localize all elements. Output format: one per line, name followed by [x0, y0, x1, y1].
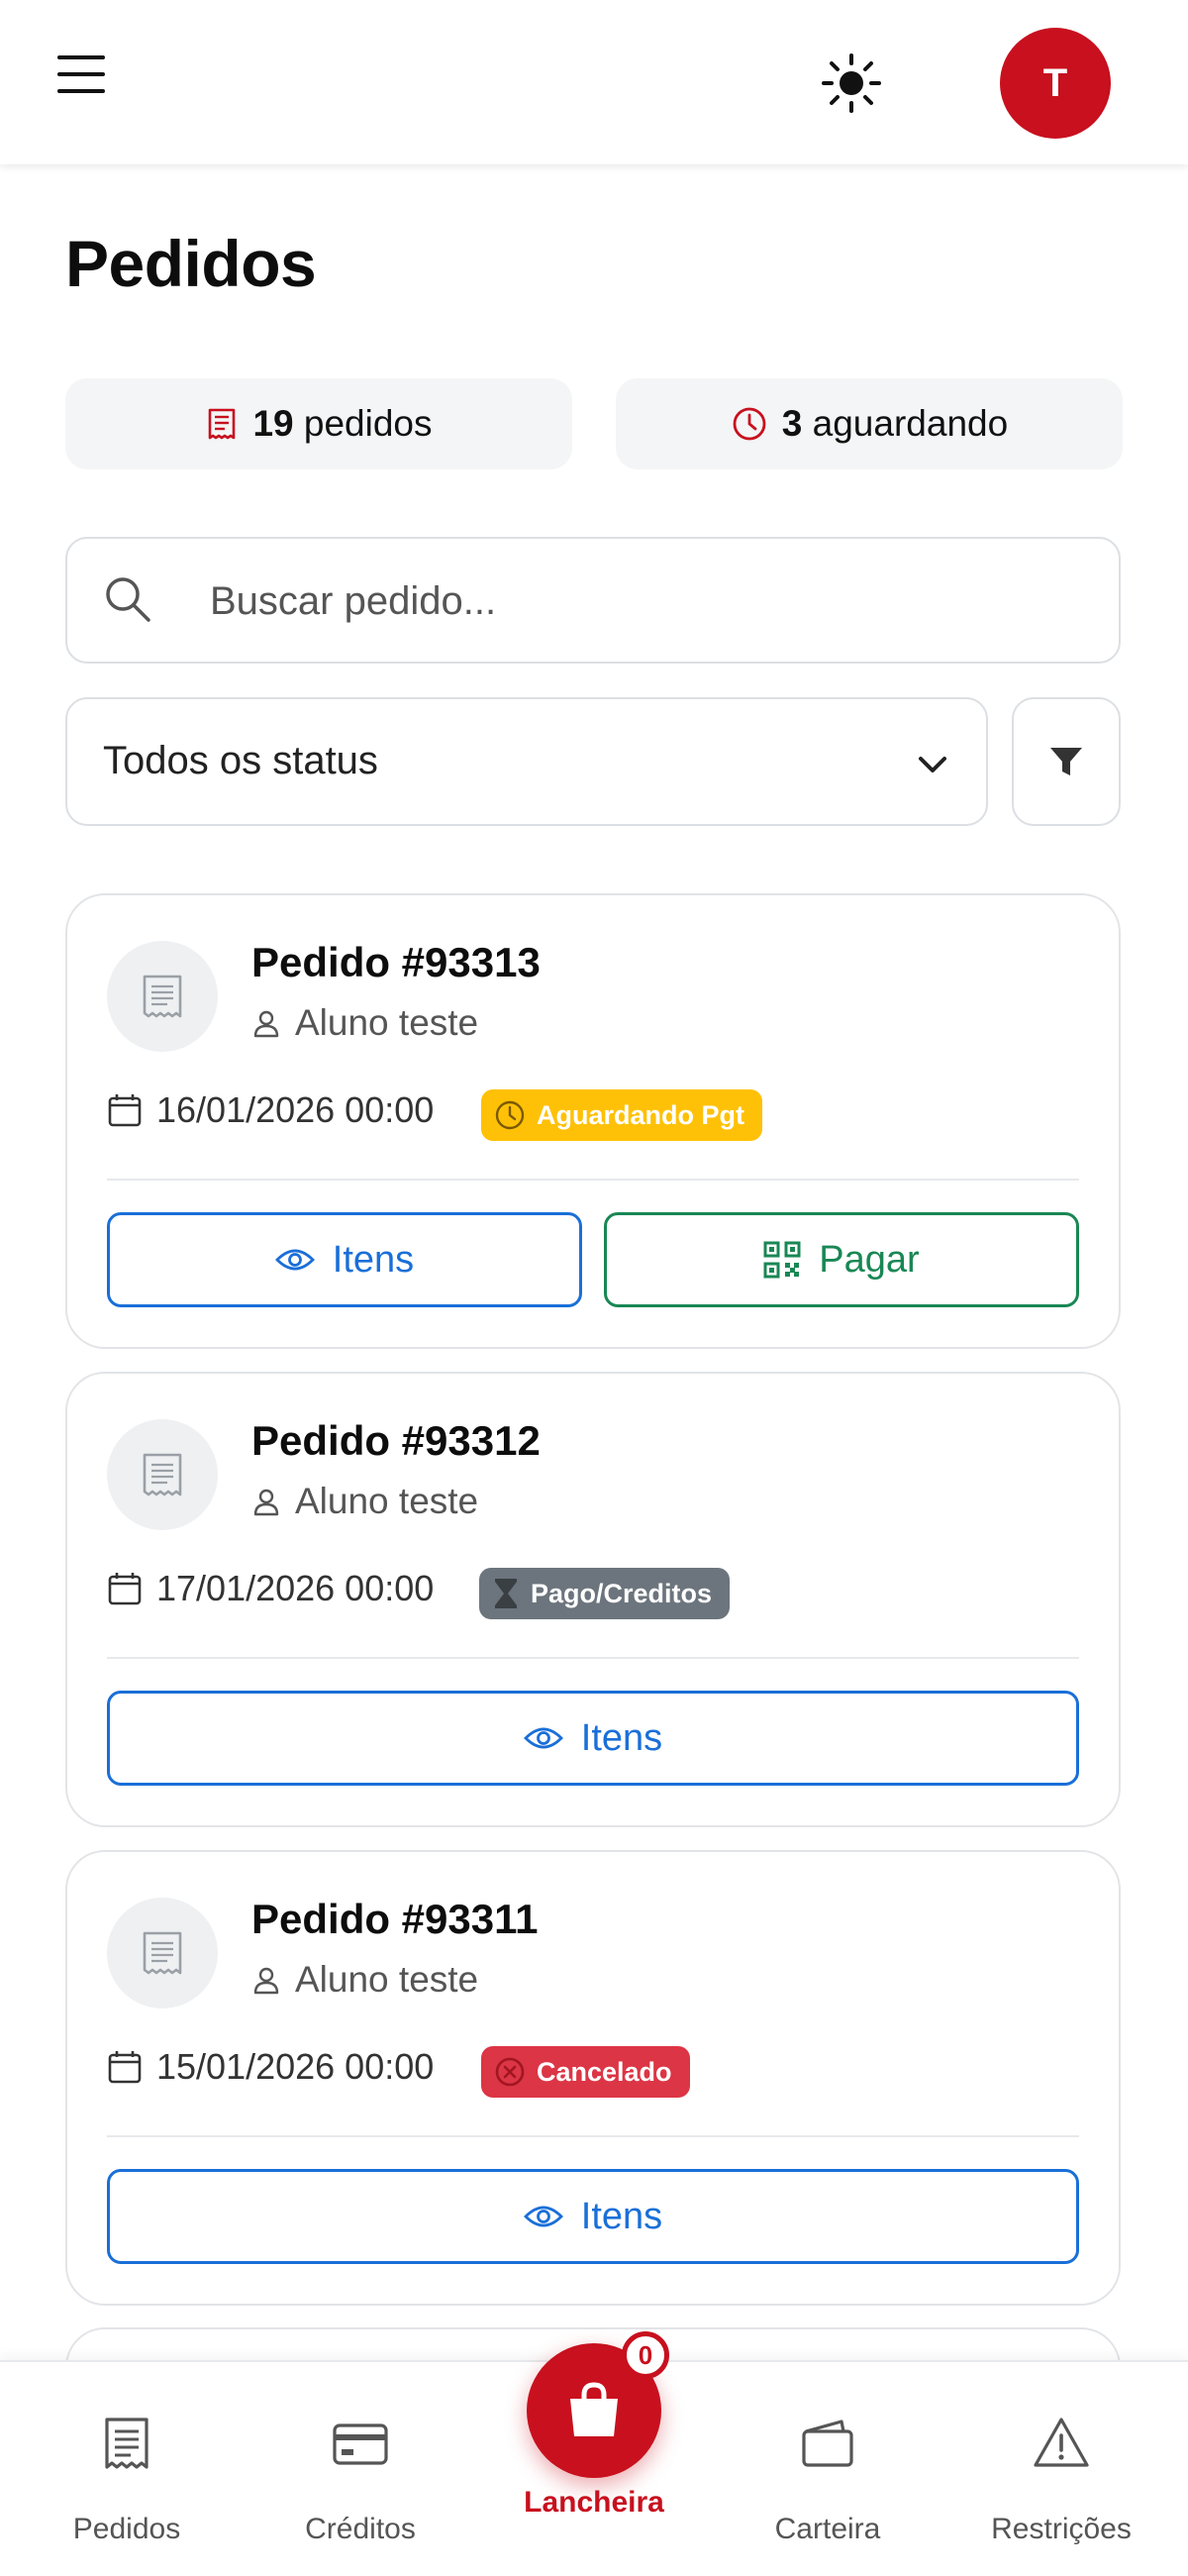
user-icon	[253, 1010, 279, 1038]
avatar[interactable]: T	[1000, 28, 1111, 139]
order-student-name: Aluno teste	[295, 1959, 479, 2000]
status-badge-label: Aguardando Pgt	[537, 1099, 744, 1130]
calendar-icon	[108, 2051, 142, 2084]
status-badge: Aguardando Pgt	[481, 1089, 762, 1141]
order-receipt-icon	[107, 1419, 218, 1530]
divider	[107, 1179, 1079, 1181]
pay-button-label: Pagar	[819, 1238, 920, 1281]
order-title: Pedido #93312	[251, 1417, 541, 1464]
orders-count-label: pedidos	[303, 403, 433, 444]
receipt-icon	[209, 408, 236, 440]
nav-item-carteira[interactable]: Carteira	[729, 2362, 927, 2576]
order-card: Pedido #93313 Aluno teste 16/01/2026 00:…	[65, 893, 1121, 1349]
status-badge: Cancelado	[481, 2046, 690, 2098]
nav-item-label: Restrições	[991, 2513, 1132, 2545]
order-student: Aluno teste	[251, 1959, 478, 2001]
sun-icon[interactable]	[820, 52, 883, 115]
nav-item-label: Créditos	[305, 2513, 416, 2545]
order-card: Pedido #93311 Aluno teste 15/01/2026 00:…	[65, 1850, 1121, 2306]
calendar-icon	[108, 1094, 142, 1127]
receipt-icon	[105, 2418, 148, 2469]
status-badge-label: Pago/Creditos	[531, 1578, 713, 1608]
nav-item-restricoes[interactable]: Restrições	[962, 2362, 1160, 2576]
nav-item-creditos[interactable]: Créditos	[261, 2362, 459, 2576]
waiting-count-chip: 3 aguardando	[616, 378, 1123, 469]
search-input[interactable]	[210, 568, 1081, 634]
eye-icon	[523, 2206, 563, 2227]
items-button-label: Itens	[580, 2195, 663, 2237]
order-date-text: 17/01/2026 00:00	[156, 1568, 435, 1608]
calendar-icon	[108, 1573, 142, 1605]
order-card: Pedido #93312 Aluno teste 17/01/2026 00:…	[65, 1372, 1121, 1827]
status-badge: Pago/Creditos	[479, 1568, 731, 1619]
qr-code-icon	[763, 1241, 801, 1279]
items-button[interactable]: Itens	[107, 1691, 1079, 1786]
waiting-count: 3	[781, 403, 803, 444]
status-select[interactable]: Todos os status	[65, 697, 988, 826]
eye-icon	[274, 1249, 315, 1271]
search-icon	[106, 577, 150, 622]
warning-icon	[1034, 2418, 1089, 2467]
order-student: Aluno teste	[251, 1481, 478, 1522]
order-title: Pedido #93311	[251, 1896, 539, 1942]
status-select-value: Todos os status	[103, 739, 378, 782]
menu-icon[interactable]	[57, 52, 109, 97]
order-receipt-icon	[107, 1898, 218, 2009]
divider	[107, 2135, 1079, 2137]
hourglass-icon	[495, 1579, 517, 1608]
nav-item-label: Lancheira	[524, 2486, 664, 2519]
order-student-name: Aluno teste	[295, 1481, 479, 1521]
filter-icon	[1050, 748, 1082, 775]
user-icon	[253, 1489, 279, 1516]
order-receipt-icon	[107, 941, 218, 1052]
top-bar: T	[0, 0, 1188, 164]
credit-card-icon	[333, 2423, 388, 2465]
eye-icon	[523, 1727, 563, 1749]
order-date-text: 16/01/2026 00:00	[156, 1089, 435, 1130]
order-student-name: Aluno teste	[295, 1002, 479, 1043]
divider	[107, 1657, 1079, 1659]
page-title: Pedidos	[65, 227, 317, 300]
nav-item-pedidos[interactable]: Pedidos	[28, 2362, 226, 2576]
wallet-icon	[802, 2420, 853, 2467]
order-date: 17/01/2026 00:00	[107, 1568, 434, 1609]
items-button-label: Itens	[580, 1716, 663, 1759]
orders-count-chip: 19 pedidos	[65, 378, 572, 469]
shopping-bag-icon	[570, 2382, 618, 2436]
cart-count-badge: 0	[622, 2331, 669, 2379]
filter-button[interactable]	[1012, 697, 1121, 826]
user-icon	[253, 1967, 279, 1995]
nav-item-label: Carteira	[774, 2513, 881, 2545]
items-button[interactable]: Itens	[107, 1212, 582, 1307]
order-date-text: 15/01/2026 00:00	[156, 2046, 435, 2087]
clock-icon	[733, 407, 766, 441]
order-title: Pedido #93313	[251, 939, 541, 985]
order-student: Aluno teste	[251, 1002, 478, 1044]
orders-count: 19	[252, 403, 294, 444]
order-date: 16/01/2026 00:00	[107, 1089, 434, 1131]
waiting-count-label: aguardando	[812, 403, 1009, 444]
clock-icon	[495, 1100, 525, 1130]
items-button-label: Itens	[332, 1238, 415, 1281]
search-box	[65, 537, 1121, 664]
order-date: 15/01/2026 00:00	[107, 2046, 434, 2088]
pay-button[interactable]: Pagar	[604, 1212, 1079, 1307]
cancel-circle-icon	[495, 2057, 525, 2087]
nav-item-label: Pedidos	[72, 2513, 181, 2545]
items-button[interactable]: Itens	[107, 2169, 1079, 2264]
chevron-down-icon	[919, 757, 946, 773]
status-badge-label: Cancelado	[537, 2056, 672, 2087]
